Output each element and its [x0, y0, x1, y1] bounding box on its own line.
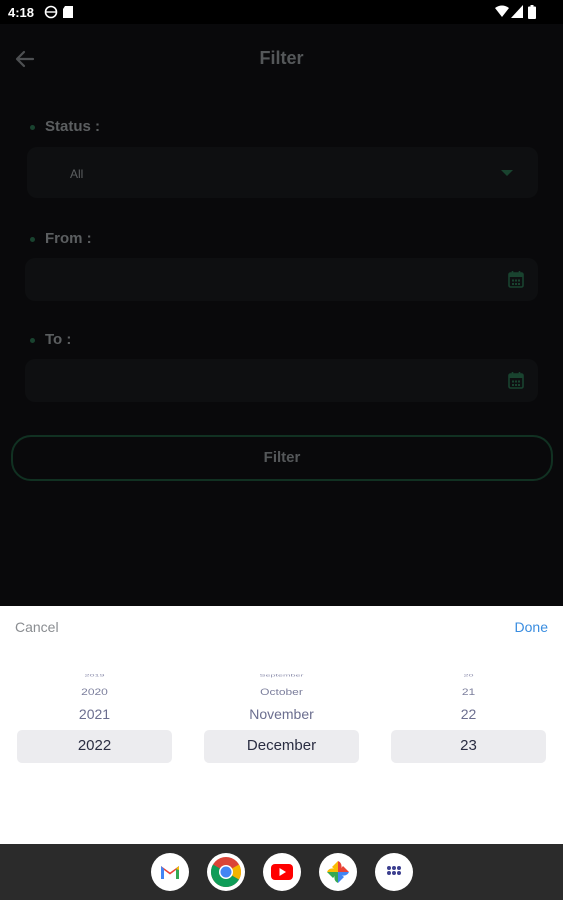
wheel-item[interactable]: September	[204, 673, 359, 678]
to-label-text: To :	[45, 331, 72, 348]
status-value: All	[70, 167, 84, 181]
vpn-globe-icon	[44, 5, 58, 22]
cancel-button[interactable]: Cancel	[15, 619, 59, 635]
youtube-icon[interactable]	[263, 853, 301, 891]
year-wheel[interactable]: 2019 2020 2021 2022	[17, 666, 172, 776]
photos-icon[interactable]	[319, 853, 357, 891]
app-drawer-icon[interactable]	[375, 853, 413, 891]
wheel-item[interactable]: 2020	[17, 686, 172, 697]
wheel-item-selected[interactable]: 2022	[17, 737, 172, 754]
gmail-icon[interactable]	[151, 853, 189, 891]
calendar-icon[interactable]	[508, 270, 524, 288]
date-picker-sheet: Cancel Done 2019 2020 2021 2022 Septembe…	[0, 606, 563, 844]
done-button[interactable]: Done	[515, 619, 548, 635]
battery-icon	[528, 5, 536, 22]
filter-button[interactable]: Filter	[11, 435, 553, 481]
page-title: Filter	[259, 48, 304, 68]
filter-screen: Filter Status : All From : To : Filter	[0, 24, 563, 606]
status-label: Status :	[30, 118, 100, 135]
bullet-dot	[30, 124, 35, 130]
calendar-icon[interactable]	[508, 371, 524, 389]
wheel-item-selected[interactable]: 23	[391, 737, 546, 754]
chrome-icon[interactable]	[207, 853, 245, 891]
app-dock	[0, 844, 563, 900]
wheel-item[interactable]: November	[204, 706, 359, 722]
sd-card-icon	[62, 5, 74, 22]
bullet-dot	[30, 236, 35, 242]
from-label-text: From :	[45, 230, 92, 247]
wheel-item[interactable]: 2021	[17, 706, 172, 722]
wheel-item[interactable]: October	[204, 686, 359, 697]
to-date-field[interactable]	[25, 359, 538, 402]
wifi-icon	[495, 5, 509, 21]
status-label-text: Status :	[45, 118, 101, 135]
wheel-item-selected[interactable]: December	[204, 737, 359, 754]
wheel-item[interactable]: 21	[391, 686, 546, 697]
dropdown-arrow-icon	[501, 170, 513, 176]
wheel-item[interactable]: 22	[391, 706, 546, 722]
cell-signal-icon	[511, 5, 523, 21]
status-time: 4:18	[8, 5, 35, 20]
from-label: From :	[30, 230, 92, 247]
to-label: To :	[30, 331, 71, 348]
wheel-item[interactable]: 2019	[17, 673, 172, 678]
from-date-field[interactable]	[25, 258, 538, 301]
month-wheel[interactable]: September October November December	[204, 666, 359, 776]
status-bar: 4:18	[0, 0, 563, 24]
wheel-item[interactable]: 20	[391, 673, 546, 678]
day-wheel[interactable]: 20 21 22 23	[391, 666, 546, 776]
bullet-dot	[30, 337, 35, 343]
status-dropdown[interactable]: All	[27, 147, 538, 198]
filter-button-label: Filter	[263, 449, 301, 466]
